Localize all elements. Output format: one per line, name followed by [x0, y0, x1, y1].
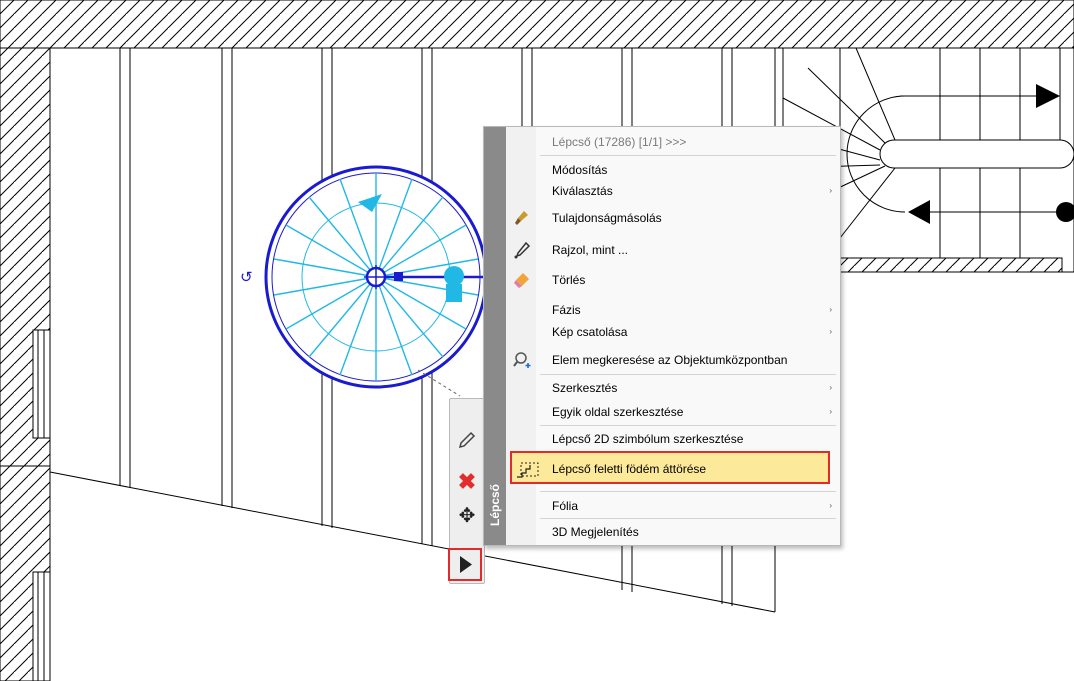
menu-item-folia[interactable]: Fólia › — [506, 495, 838, 517]
menu-item-label: Kiválasztás — [552, 184, 613, 198]
menu-item-label: Fázis — [552, 303, 581, 317]
submenu-arrow-icon: › — [829, 186, 832, 195]
menu-item-elem-megkeresese[interactable]: Elem megkeresése az Objektumközpontban — [506, 349, 838, 371]
menu-header[interactable]: Lépcső (17286) [1/1] >>> — [506, 131, 838, 153]
menu-item-label: Fólia — [552, 499, 579, 513]
menu-item-label: Kép csatolása — [552, 325, 628, 339]
edit-pencil-icon[interactable] — [454, 429, 480, 455]
menu-item-label: Tulajdonságmásolás — [552, 211, 662, 225]
menu-header-label: Lépcső (17286) [1/1] >>> — [552, 135, 687, 149]
stair-direction-arrow-icon — [908, 200, 930, 224]
submenu-arrow-icon: › — [829, 501, 832, 510]
context-menu: Lépcső Lépcső (17286) [1/1] >>> Módosítá… — [483, 126, 841, 546]
submenu-arrow-icon: › — [829, 327, 832, 336]
menu-separator — [540, 425, 836, 426]
menu-separator — [540, 518, 836, 519]
menu-item-label: Egyik oldal szerkesztése — [552, 405, 684, 419]
menu-item-kivalasztas[interactable]: Kiválasztás › — [506, 180, 838, 202]
magnifier-plus-icon — [512, 351, 532, 369]
menu-item-szerkesztes[interactable]: Szerkesztés › — [506, 377, 838, 399]
menu-item-label: Lépcső 2D szimbólum szerkesztése — [552, 432, 744, 446]
menu-item-fodem-attorese[interactable]: Lépcső feletti födém áttörése — [510, 451, 830, 484]
context-menu-side-strip: Lépcső — [484, 127, 506, 545]
move-arrows-icon[interactable]: ✥ — [454, 503, 480, 529]
menu-item-label: Elem megkeresése az Objektumközpontban — [552, 353, 788, 367]
submenu-arrow-icon: › — [829, 383, 832, 392]
expand-play-button[interactable] — [448, 548, 482, 581]
menu-item-label: Szerkesztés — [552, 381, 618, 395]
rotate-handle-icon[interactable]: ↺ — [240, 268, 253, 286]
submenu-arrow-icon: › — [829, 305, 832, 314]
slab-opening-icon — [516, 459, 539, 478]
menu-item-label: Rajzol, mint ... — [552, 243, 629, 257]
menu-item-label: Lépcső feletti födém áttörése — [552, 462, 707, 476]
menu-item-kep-csatolasa[interactable]: Kép csatolása › — [506, 321, 838, 343]
menu-item-modositas[interactable]: Módosítás — [506, 159, 838, 181]
stair-direction-arrow-icon — [1036, 84, 1060, 108]
eraser-icon — [512, 271, 532, 289]
submenu-arrow-icon: › — [829, 407, 832, 416]
menu-item-tulajdonsagmasolas[interactable]: Tulajdonságmásolás — [506, 207, 838, 229]
delete-x-icon[interactable]: ✖ — [454, 469, 480, 495]
context-menu-side-label: Lépcső — [488, 484, 502, 527]
menu-item-2d-szimbolum[interactable]: Lépcső 2D szimbólum szerkesztése — [506, 428, 838, 450]
menu-item-label: 3D Megjelenítés — [552, 525, 639, 539]
menu-item-egyik-oldal[interactable]: Egyik oldal szerkesztése › — [506, 401, 838, 423]
menu-item-rajzol-mint[interactable]: Rajzol, mint ... — [506, 239, 838, 261]
menu-item-fazis[interactable]: Fázis › — [506, 299, 838, 321]
eyedropper-icon — [512, 241, 532, 259]
menu-separator — [540, 155, 836, 156]
menu-item-torles[interactable]: Törlés — [506, 269, 838, 291]
menu-separator — [540, 491, 836, 492]
stair-start-dot-icon — [1056, 202, 1074, 222]
menu-item-3d-megjelenites[interactable]: 3D Megjelenítés — [506, 521, 838, 543]
menu-separator — [540, 374, 836, 375]
menu-item-label: Törlés — [552, 273, 586, 287]
spiral-stair[interactable] — [264, 165, 488, 397]
brush-icon — [512, 209, 532, 227]
menu-item-label: Módosítás — [552, 163, 608, 177]
expand-play-icon — [460, 556, 472, 573]
